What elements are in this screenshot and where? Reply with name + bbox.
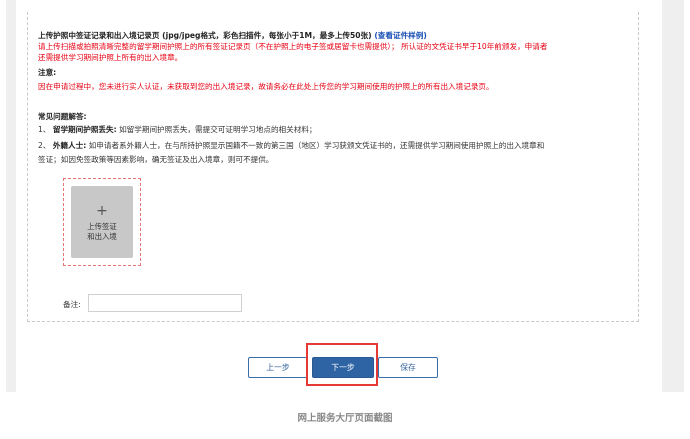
faq-title: 常见问题解答: bbox=[38, 112, 87, 121]
upload-heading: 上传护照中签证记录和出入境记录页 (jpg/jpeg格式，彩色扫描件，每张小于1… bbox=[38, 30, 427, 41]
upload-visa-button[interactable]: + 上传签证 和出入境 bbox=[71, 186, 133, 258]
faq-item-2-continued: 签证；如因免签政策等因素影响，确无签证及出入境章，则可不提供。 bbox=[38, 155, 274, 164]
save-button[interactable]: 保存 bbox=[378, 357, 438, 378]
faq-item-2-text: 如申请者系外籍人士，在与所持护照显示国籍不一致的第三国（地区）学习获颁文凭证书的… bbox=[88, 141, 545, 150]
requirement-text-2: 还需提供学习期间护照上所有的出入境章。 bbox=[38, 53, 183, 62]
remark-input[interactable] bbox=[88, 294, 242, 312]
notice-label: 注意: bbox=[38, 68, 57, 77]
image-caption: 网上服务大厅页面截图 bbox=[297, 413, 393, 424]
faq-item-2-title: 外籍人士: bbox=[52, 141, 87, 150]
faq-item-1-title: 留学期间护照丢失: bbox=[52, 125, 117, 134]
requirement-text-1: 请上传扫描或拍照清晰完整的留学期间护照上的所有签证记录页（不在护照上的电子签或居… bbox=[38, 42, 548, 51]
remark-label: 备注: bbox=[63, 300, 81, 309]
upload-heading-text: 上传护照中签证记录和出入境记录页 (jpg/jpeg格式，彩色扫描件，每张小于1… bbox=[38, 31, 372, 40]
view-sample-link[interactable]: (查看证件样例) bbox=[374, 31, 427, 40]
upload-button-label-1: 上传签证 bbox=[87, 222, 117, 231]
notice-text: 因在申请过程中，您未进行实人认证，未获取到您的出入境记录，故请务必在此处上传您的… bbox=[38, 82, 494, 91]
faq-item-2-number: 2、 bbox=[38, 141, 51, 150]
faq-item-1-text: 如留学期间护照丢失，需提交可证明学习地点的相关材料； bbox=[119, 125, 317, 134]
faq-item-1-number: 1、 bbox=[38, 125, 51, 134]
prev-step-button[interactable]: 上一步 bbox=[248, 357, 308, 378]
faq-item-2: 2、 外籍人士: 如申请者系外籍人士，在与所持护照显示国籍不一致的第三国（地区）… bbox=[38, 140, 544, 151]
next-step-highlight bbox=[306, 343, 378, 386]
faq-item-1: 1、 留学期间护照丢失: 如留学期间护照丢失，需提交可证明学习地点的相关材料； bbox=[38, 124, 317, 135]
upload-button-label-2: 和出入境 bbox=[87, 232, 117, 241]
plus-icon: + bbox=[96, 203, 108, 219]
